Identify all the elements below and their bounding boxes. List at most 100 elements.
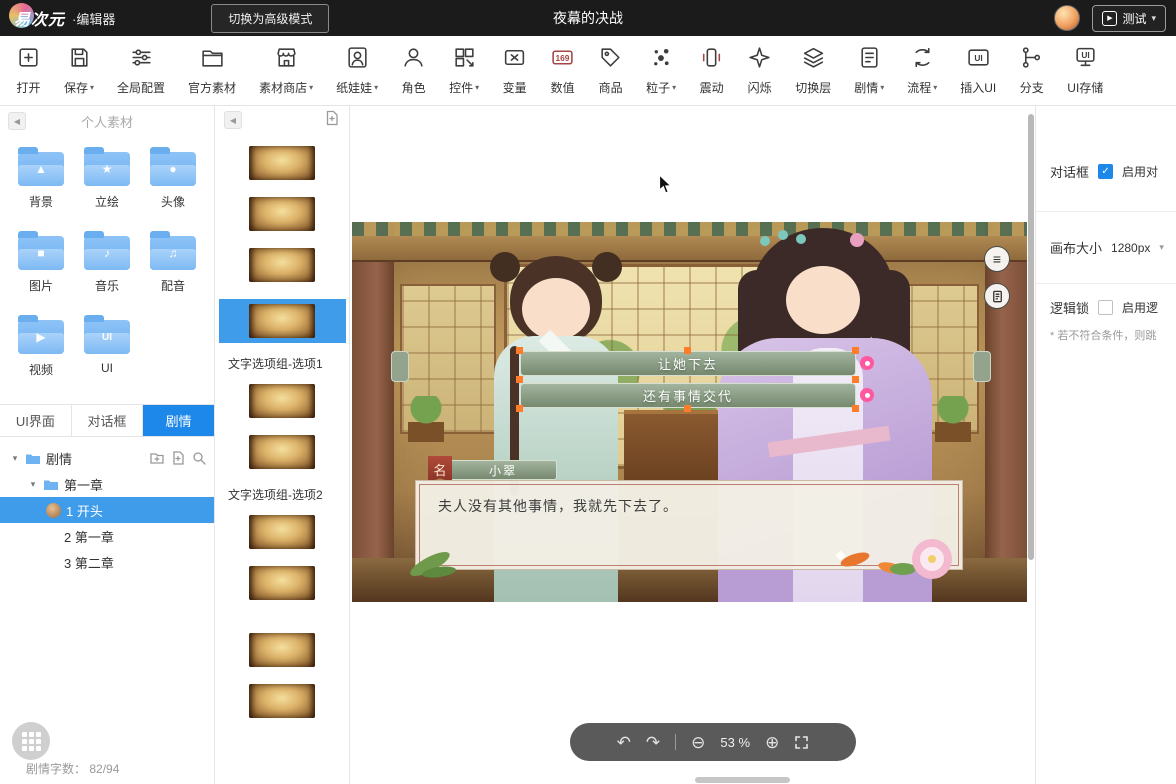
choice-scroll-right[interactable] (973, 351, 991, 382)
scene-thumbnail[interactable] (249, 684, 315, 718)
toolbar-item-save[interactable]: 保存▾ (64, 45, 94, 96)
logo-suffix: ·编辑器 (72, 9, 115, 28)
zoom-out-icon[interactable]: ⊖ (691, 734, 705, 751)
tab-dialog[interactable]: 对话框 (72, 405, 144, 436)
image-glyph-icon: ■ (18, 236, 64, 270)
toolbar-item-variable[interactable]: 变量 (502, 45, 527, 96)
rotate-handle[interactable] (860, 356, 874, 370)
folder-icon (25, 452, 41, 465)
toolbar-item-goods[interactable]: 商品 (598, 45, 623, 96)
tree-expand-icon[interactable]: ▾ (28, 479, 38, 490)
collapse-sidebar-button[interactable]: ◀ (8, 112, 26, 130)
editor-canvas[interactable]: 让她下去 还有事情交代 名 小翠 夫人没有其他事情，我就先下去了。 (350, 106, 1035, 784)
scene-thumbnail[interactable] (249, 515, 315, 549)
toolbar-item-plot[interactable]: 剧情▾ (854, 45, 884, 96)
canvas-horizontal-scrollbar[interactable] (695, 777, 790, 783)
selection-handle[interactable] (516, 347, 523, 354)
selection-handle[interactable] (852, 405, 859, 412)
new-file-icon[interactable] (171, 451, 185, 465)
scene-thumbnail[interactable] (249, 248, 315, 282)
left-sidebar: ◀ 个人素材 ▲ 背景 ★ 立绘 ● 头像 ■ 图片 ♪ 音乐 (0, 106, 215, 784)
search-icon[interactable] (192, 451, 206, 465)
test-button[interactable]: ▶ 测试 ▾ (1092, 5, 1166, 32)
scene-thumbnail[interactable] (249, 197, 315, 231)
tree-item-chapter1[interactable]: 2 第一章 (0, 523, 214, 549)
tree-root-label: 剧情 (46, 449, 72, 468)
speaker-name: 小翠 (449, 460, 557, 480)
selection-handle[interactable] (852, 376, 859, 383)
dialog-enabled-checkbox[interactable]: ✓ (1098, 164, 1113, 179)
toolbar-item-character[interactable]: 角色 (401, 45, 426, 96)
tree-item-chapter2[interactable]: 3 第二章 (0, 549, 214, 575)
toolbar-item-widget[interactable]: 控件▾ (449, 45, 479, 96)
game-preview[interactable]: 让她下去 还有事情交代 名 小翠 夫人没有其他事情，我就先下去了。 (352, 222, 1027, 602)
selection-handle[interactable] (516, 405, 523, 412)
scene-thumbnail[interactable] (249, 566, 315, 600)
topbar-right-group: ▶ 测试 ▾ (1054, 5, 1166, 32)
new-node-icon[interactable] (324, 110, 340, 131)
toolbar-label: 震动 (700, 79, 724, 96)
toolbar-item-paper-doll[interactable]: 纸娃娃▾ (336, 45, 378, 96)
tab-plot[interactable]: 剧情 (143, 405, 214, 436)
tree-item-opening[interactable]: 1 开头 (0, 497, 214, 523)
folder-images[interactable]: ■ 图片 (8, 236, 74, 294)
collapse-panel-button[interactable]: ◀ (224, 111, 242, 129)
dialog-box[interactable]: 夫人没有其他事情，我就先下去了。 (415, 480, 963, 570)
scene-thumbnail[interactable] (249, 633, 315, 667)
tab-ui-interface[interactable]: UI界面 (0, 405, 72, 436)
scene-thumbnail[interactable] (249, 435, 315, 469)
scene-thumbnail-selected[interactable] (219, 299, 346, 343)
folder-video[interactable]: ▶ 视频 (8, 320, 74, 378)
new-folder-icon[interactable] (150, 451, 164, 465)
undo-icon[interactable]: ↶ (617, 734, 631, 751)
toolbar-item-global-config[interactable]: 全局配置 (117, 45, 165, 96)
fullscreen-icon[interactable] (794, 735, 809, 750)
canvas-size-label: 画布大小 (1050, 238, 1102, 257)
toolbar-item-official-assets[interactable]: 官方素材 (188, 45, 236, 96)
toolbar-item-flow[interactable]: 流程▾ (907, 45, 937, 96)
toolbar-item-numeric[interactable]: 169 数值 (550, 45, 575, 96)
folder-label: UI (101, 361, 113, 375)
scene-thumbnail[interactable] (249, 384, 315, 418)
toolbar-item-flash[interactable]: 闪烁 (747, 45, 772, 96)
choice-scroll-left[interactable] (391, 351, 409, 382)
folder-music[interactable]: ♪ 音乐 (74, 236, 140, 294)
toolbar-label: 切换层 (795, 79, 831, 96)
redo-icon[interactable]: ↷ (646, 734, 660, 751)
toolbar-item-particle[interactable]: 粒子▾ (646, 45, 676, 96)
tree-expand-icon[interactable]: ▾ (10, 453, 20, 464)
toolbar-item-asset-store[interactable]: 素材商店▾ (259, 45, 313, 96)
game-log-button[interactable] (984, 283, 1010, 309)
selection-handle[interactable] (684, 405, 691, 412)
app-logo[interactable]: 易次元 ·编辑器 (14, 6, 115, 30)
choice-button-1[interactable]: 让她下去 (520, 351, 856, 376)
tree-chapter-one[interactable]: ▾ 第一章 (0, 471, 214, 497)
rotate-handle[interactable] (860, 388, 874, 402)
canvas-vertical-scrollbar[interactable] (1028, 114, 1034, 560)
toolbar-item-open[interactable]: 打开 (16, 45, 41, 96)
toolbar-item-shake[interactable]: 震动 (699, 45, 724, 96)
selection-handle[interactable] (516, 376, 523, 383)
zoom-in-icon[interactable]: ⊕ (765, 734, 779, 751)
folder-ui[interactable]: UI UI (74, 320, 140, 378)
tree-root-plot[interactable]: ▾ 剧情 (0, 445, 214, 471)
speaker-nametag[interactable]: 名 小翠 (428, 456, 557, 482)
mouse-cursor (658, 174, 673, 195)
advanced-mode-button[interactable]: 切换为高级模式 (211, 4, 329, 33)
toolbar-item-insert-ui[interactable]: UI 插入UI (960, 45, 996, 96)
folder-avatar[interactable]: ● 头像 (140, 152, 206, 210)
toolbar-item-branch[interactable]: 分支 (1019, 45, 1044, 96)
game-menu-button[interactable]: ≡ (984, 246, 1010, 272)
folder-voice[interactable]: ♫ 配音 (140, 236, 206, 294)
folder-icon: UI (84, 320, 130, 354)
toolbar-item-layer-switch[interactable]: 切换层 (795, 45, 831, 96)
user-avatar[interactable] (1054, 5, 1080, 31)
scene-thumbnail[interactable] (249, 146, 315, 180)
folder-background[interactable]: ▲ 背景 (8, 152, 74, 210)
canvas-size-select[interactable]: 1280px (1111, 241, 1150, 255)
logic-lock-checkbox[interactable] (1098, 300, 1113, 315)
selection-handle[interactable] (852, 347, 859, 354)
folder-character-art[interactable]: ★ 立绘 (74, 152, 140, 210)
selection-handle[interactable] (684, 347, 691, 354)
toolbar-item-ui-storage[interactable]: UI UI存储 (1067, 45, 1103, 96)
